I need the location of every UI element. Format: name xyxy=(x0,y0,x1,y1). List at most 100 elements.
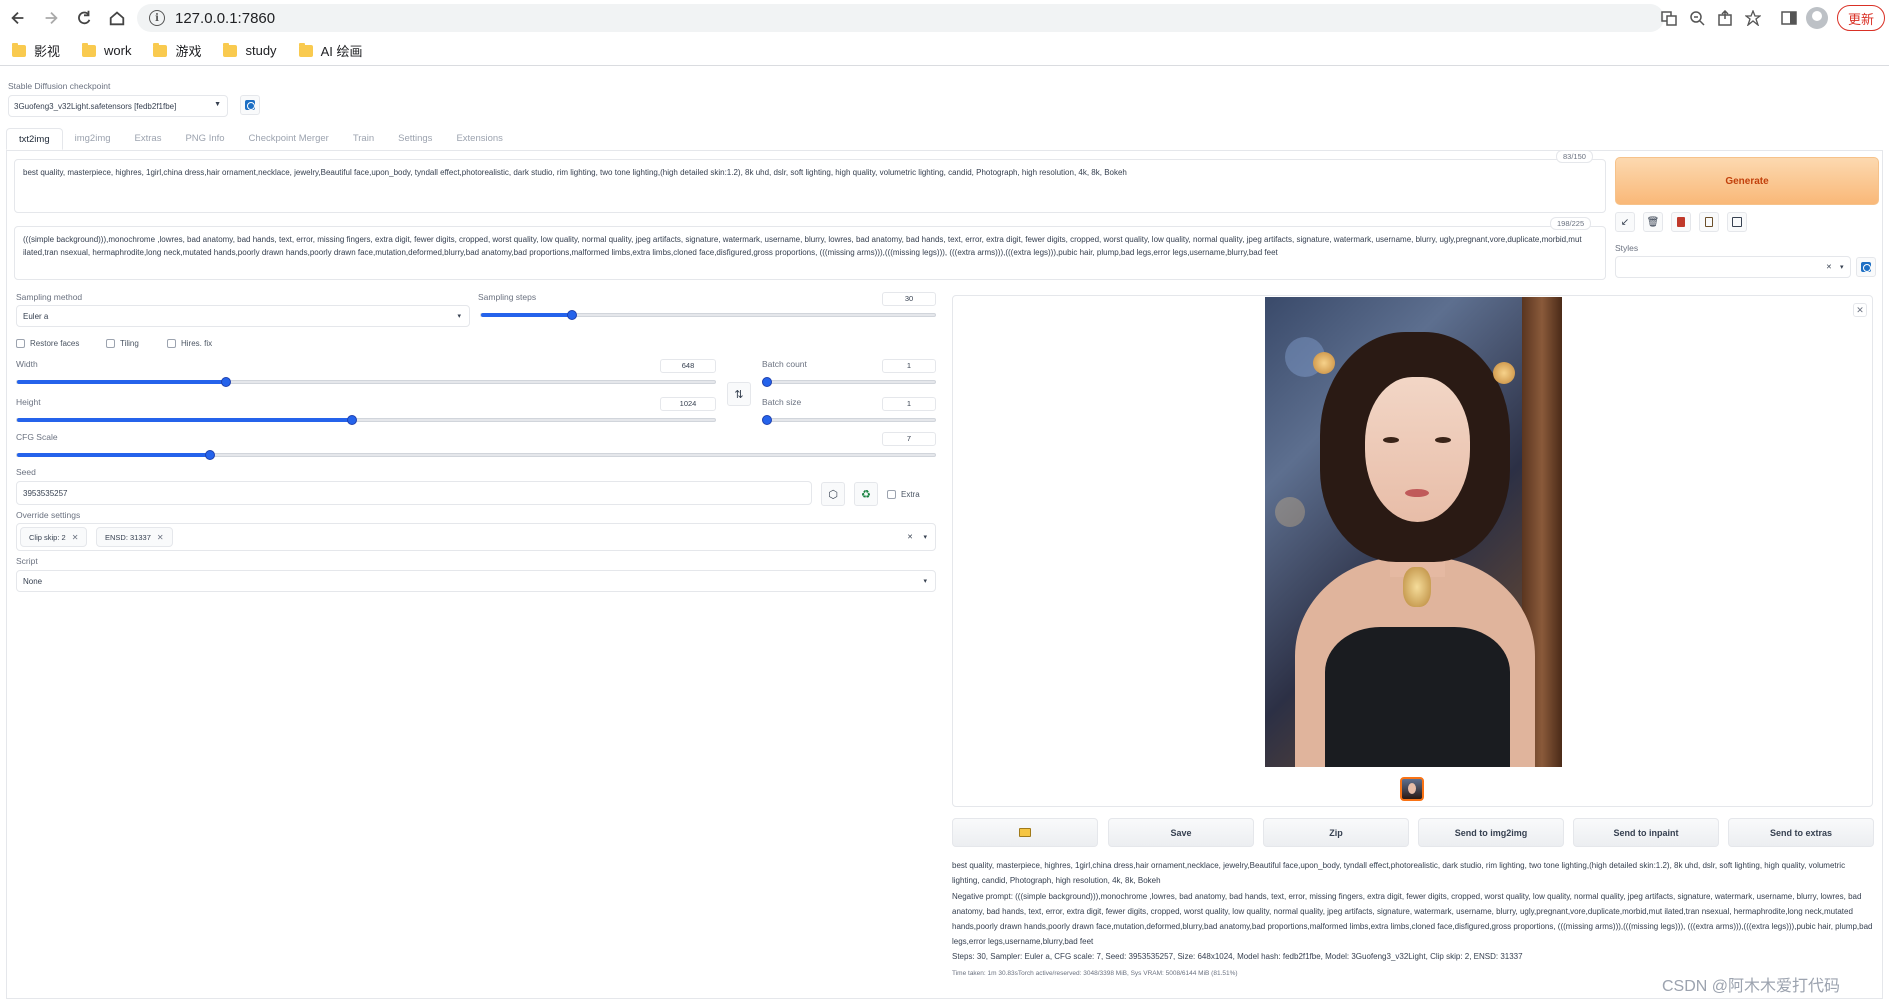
slider-handle[interactable] xyxy=(762,377,772,387)
send-to-img2img-button[interactable]: Send to img2img xyxy=(1418,818,1564,847)
gallery-thumbnail[interactable] xyxy=(1400,777,1424,801)
checkbox-box[interactable] xyxy=(167,339,176,348)
slider-fill xyxy=(17,380,227,384)
reuse-seed-button[interactable]: ♻ xyxy=(854,482,878,506)
tab-train[interactable]: Train xyxy=(341,128,386,150)
hires-fix-checkbox[interactable]: Hires. fix xyxy=(167,339,212,348)
zoom-icon xyxy=(1690,11,1705,26)
clear-prompt-button[interactable]: 🗑 xyxy=(1643,212,1663,232)
batch-count-slider[interactable] xyxy=(762,377,936,387)
forward-button[interactable] xyxy=(36,3,66,33)
random-seed-button[interactable]: ⬡ xyxy=(821,482,845,506)
sampling-steps-label: Sampling steps xyxy=(478,292,537,302)
tab-img2img[interactable]: img2img xyxy=(63,128,123,150)
face xyxy=(1365,377,1470,522)
bookmark-folder[interactable]: AI 绘画 xyxy=(298,41,362,60)
info-icon[interactable]: i xyxy=(149,10,165,26)
lips xyxy=(1405,489,1429,497)
translate-button[interactable] xyxy=(1655,4,1683,32)
slider-handle[interactable] xyxy=(204,450,215,460)
home-button[interactable] xyxy=(102,3,132,33)
checkbox-box[interactable] xyxy=(16,339,25,348)
styles-select[interactable]: ✕ ▾ xyxy=(1615,256,1851,278)
seed-input[interactable]: 3953535257 xyxy=(16,481,812,505)
generated-image[interactable] xyxy=(1265,297,1562,767)
generation-prompt-text: best quality, masterpiece, highres, 1gir… xyxy=(952,861,1846,885)
restore-faces-checkbox[interactable]: Restore faces xyxy=(16,339,79,348)
sampling-method-select[interactable]: Euler a ▾ xyxy=(16,305,470,327)
cfg-scale-slider[interactable] xyxy=(16,450,936,460)
height-input[interactable]: 1024 xyxy=(660,397,716,411)
batch-count-input[interactable]: 1 xyxy=(882,359,936,373)
save-button[interactable]: Save xyxy=(1108,818,1254,847)
swap-dimensions-button[interactable]: ⇅ xyxy=(727,382,751,406)
extra-networks-button[interactable] xyxy=(1671,212,1691,232)
negative-prompt-textarea[interactable]: (((simple background))),monochrome ,lowr… xyxy=(14,226,1606,280)
apply-style-button[interactable] xyxy=(1699,212,1719,232)
prompt-textarea[interactable]: best quality, masterpiece, highres, 1gir… xyxy=(14,159,1606,213)
tab-extras[interactable]: Extras xyxy=(123,128,174,150)
script-select[interactable]: None ▾ xyxy=(16,570,936,592)
sampling-steps-input[interactable]: 30 xyxy=(882,292,936,306)
width-slider[interactable] xyxy=(16,377,716,387)
reload-button[interactable] xyxy=(69,3,99,33)
clear-icon[interactable]: ✕ xyxy=(907,533,913,541)
zoom-button[interactable] xyxy=(1683,4,1711,32)
share-button[interactable] xyxy=(1711,4,1739,32)
tab-png-info[interactable]: PNG Info xyxy=(173,128,236,150)
browser-actions: 更新 xyxy=(1655,4,1889,32)
generate-button[interactable]: Generate xyxy=(1615,157,1879,205)
profile-button[interactable] xyxy=(1803,4,1831,32)
checkbox-box[interactable] xyxy=(887,490,896,499)
zip-button[interactable]: Zip xyxy=(1263,818,1409,847)
slider-handle[interactable] xyxy=(347,415,358,425)
tab-extensions[interactable]: Extensions xyxy=(444,128,514,150)
address-bar[interactable]: i 127.0.0.1:7860 xyxy=(137,4,1664,32)
tab-txt2img[interactable]: txt2img xyxy=(6,128,63,150)
folder-icon xyxy=(12,42,26,57)
slider-handle[interactable] xyxy=(566,310,577,320)
seed-label: Seed xyxy=(16,467,36,477)
bookmark-star-button[interactable] xyxy=(1739,4,1767,32)
bookmark-folder[interactable]: 影视 xyxy=(12,41,60,60)
folder-icon xyxy=(153,42,168,57)
cfg-scale-input[interactable]: 7 xyxy=(882,432,936,446)
bookmark-folder[interactable]: study xyxy=(223,42,277,58)
refresh-checkpoint-button[interactable] xyxy=(240,95,260,115)
override-chip[interactable]: Clip skip: 2 ✕ xyxy=(20,527,88,547)
batch-size-label: Batch size xyxy=(762,397,802,407)
tiling-checkbox[interactable]: Tiling xyxy=(106,339,139,348)
slider-fill xyxy=(17,418,353,422)
remove-chip-icon[interactable]: ✕ xyxy=(72,533,79,542)
checkbox-box[interactable] xyxy=(106,339,115,348)
update-button[interactable]: 更新 xyxy=(1836,5,1885,31)
bokeh-light xyxy=(1275,497,1305,527)
override-chip[interactable]: ENSD: 31337 ✕ xyxy=(96,527,173,547)
batch-size-input[interactable]: 1 xyxy=(882,397,936,411)
side-panel-button[interactable] xyxy=(1775,4,1803,32)
close-image-button[interactable]: ✕ xyxy=(1853,303,1867,317)
height-slider[interactable] xyxy=(16,415,716,425)
checkpoint-select[interactable]: 3Guofeng3_v32Light.safetensors [fedb2f1f… xyxy=(8,95,228,117)
refresh-icon xyxy=(245,100,255,110)
open-folder-button[interactable] xyxy=(952,818,1098,847)
back-button[interactable] xyxy=(3,3,33,33)
bookmark-folder[interactable]: work xyxy=(82,42,131,58)
batch-size-slider[interactable] xyxy=(762,415,936,425)
tab-checkpoint-merger[interactable]: Checkpoint Merger xyxy=(237,128,341,150)
extra-seed-checkbox[interactable]: Extra xyxy=(887,490,920,499)
bookmark-folder[interactable]: 游戏 xyxy=(153,41,201,60)
slider-handle[interactable] xyxy=(762,415,772,425)
cfg-scale-label: CFG Scale xyxy=(16,432,58,442)
refresh-styles-button[interactable] xyxy=(1856,257,1876,277)
sampling-steps-slider[interactable] xyxy=(480,310,936,320)
tab-settings[interactable]: Settings xyxy=(386,128,444,150)
send-to-inpaint-button[interactable]: Send to inpaint xyxy=(1573,818,1719,847)
save-style-button[interactable] xyxy=(1727,212,1747,232)
width-input[interactable]: 648 xyxy=(660,359,716,373)
send-to-extras-button[interactable]: Send to extras xyxy=(1728,818,1874,847)
remove-chip-icon[interactable]: ✕ xyxy=(157,533,164,542)
clear-icon[interactable]: ✕ xyxy=(1826,263,1832,271)
read-params-button[interactable]: ↙ xyxy=(1615,212,1635,232)
card-icon xyxy=(1677,217,1685,227)
